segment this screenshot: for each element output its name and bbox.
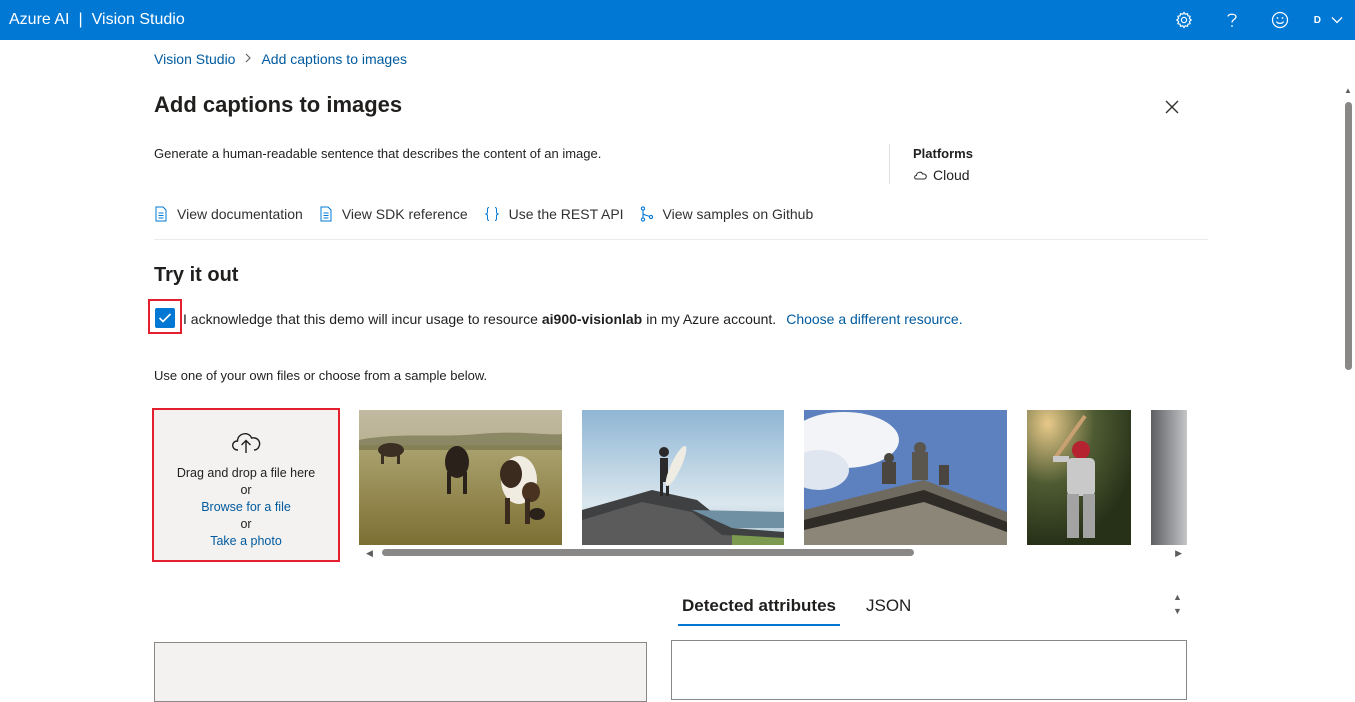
- drag-drop-text: Drag and drop a file here: [176, 466, 316, 480]
- account-menu[interactable]: D: [1304, 11, 1355, 29]
- page-scroll-thumb[interactable]: [1345, 102, 1352, 370]
- choose-resource-link[interactable]: Choose a different resource.: [786, 311, 962, 327]
- sample-image-partial[interactable]: [1151, 410, 1187, 545]
- results-tabs: Detected attributes JSON: [678, 596, 937, 626]
- sample-image-surfer[interactable]: [582, 410, 784, 545]
- acknowledge-text: I acknowledge that this demo will incur …: [183, 311, 963, 327]
- avatar: D: [1313, 14, 1321, 26]
- platform-label: Cloud: [933, 167, 970, 183]
- section-divider: [154, 239, 1208, 240]
- view-samples-github-link[interactable]: View samples on Github: [640, 206, 814, 222]
- breadcrumb-current[interactable]: Add captions to images: [261, 51, 407, 67]
- tab-detected-attributes[interactable]: Detected attributes: [678, 596, 840, 626]
- use-own-files-text: Use one of your own files or choose from…: [154, 368, 488, 383]
- chevron-down-icon: [1331, 11, 1343, 29]
- gear-icon[interactable]: [1160, 0, 1208, 40]
- document-icon: [319, 206, 333, 222]
- link-label: View documentation: [177, 206, 303, 222]
- resource-name: ai900-visionlab: [541, 311, 643, 327]
- use-rest-api-link[interactable]: Use the REST API: [484, 206, 624, 222]
- try-it-out-heading: Try it out: [154, 264, 239, 286]
- sample-image-building[interactable]: [804, 410, 1007, 545]
- product-name: Vision Studio: [91, 11, 185, 28]
- ack-prefix: I acknowledge that this demo will incur …: [183, 311, 538, 327]
- tab-scroll-arrows[interactable]: ▲ ▼: [1173, 590, 1182, 618]
- sample-image-baseball[interactable]: [1027, 410, 1131, 545]
- view-documentation-link[interactable]: View documentation: [154, 206, 303, 222]
- smiley-icon[interactable]: [1256, 0, 1304, 40]
- cloud-upload-icon: [228, 428, 264, 459]
- cloud-icon: [913, 167, 933, 183]
- or-text: or: [240, 483, 252, 497]
- breadcrumb-root[interactable]: Vision Studio: [154, 51, 235, 67]
- link-label: View samples on Github: [662, 206, 814, 222]
- resource-links: View documentation View SDK reference Us…: [154, 206, 829, 222]
- gallery-scroll-thumb[interactable]: [382, 549, 914, 556]
- scroll-right-icon[interactable]: ▶: [1175, 548, 1182, 559]
- link-label: View SDK reference: [341, 206, 468, 222]
- divider: [889, 144, 890, 184]
- take-photo-link[interactable]: Take a photo: [210, 533, 282, 549]
- scroll-up-icon[interactable]: ▲: [1344, 86, 1352, 95]
- chevron-right-icon: [245, 52, 252, 66]
- results-panel: [671, 640, 1187, 700]
- acknowledge-checkbox[interactable]: [155, 308, 175, 328]
- topbar-icons: D: [1160, 0, 1355, 40]
- browse-file-link[interactable]: Browse for a file: [201, 499, 291, 515]
- scroll-left-icon[interactable]: ◀: [366, 548, 373, 559]
- branch-icon: [640, 206, 654, 222]
- page-description: Generate a human-readable sentence that …: [154, 146, 602, 161]
- sample-image-cows[interactable]: [359, 410, 562, 545]
- brand-separator: |: [78, 11, 83, 28]
- platform-item: Cloud: [913, 167, 973, 183]
- image-preview-panel: [154, 642, 647, 702]
- gallery-scrollbar[interactable]: ◀ ▶: [366, 546, 1182, 558]
- file-dropzone[interactable]: Drag and drop a file here or Browse for …: [152, 408, 340, 562]
- close-icon[interactable]: [1162, 97, 1182, 117]
- ack-suffix: in my Azure account.: [646, 311, 777, 327]
- braces-icon: [484, 206, 500, 222]
- top-bar: Azure AI | Vision Studio D: [0, 0, 1355, 40]
- link-label: Use the REST API: [508, 206, 624, 222]
- page-scrollbar[interactable]: ▲: [1342, 84, 1354, 692]
- brand[interactable]: Azure AI | Vision Studio: [9, 0, 185, 40]
- help-icon[interactable]: [1208, 0, 1256, 40]
- tab-json[interactable]: JSON: [862, 596, 915, 626]
- platforms-title: Platforms: [913, 146, 973, 161]
- platforms-panel: Platforms Cloud: [913, 146, 973, 183]
- view-sdk-reference-link[interactable]: View SDK reference: [319, 206, 468, 222]
- app-name: Azure AI: [9, 11, 70, 28]
- document-icon: [154, 206, 168, 222]
- or-text: or: [240, 517, 252, 531]
- checkmark-icon: [158, 313, 172, 323]
- breadcrumb: Vision Studio Add captions to images: [154, 51, 407, 67]
- page-title: Add captions to images: [154, 92, 403, 117]
